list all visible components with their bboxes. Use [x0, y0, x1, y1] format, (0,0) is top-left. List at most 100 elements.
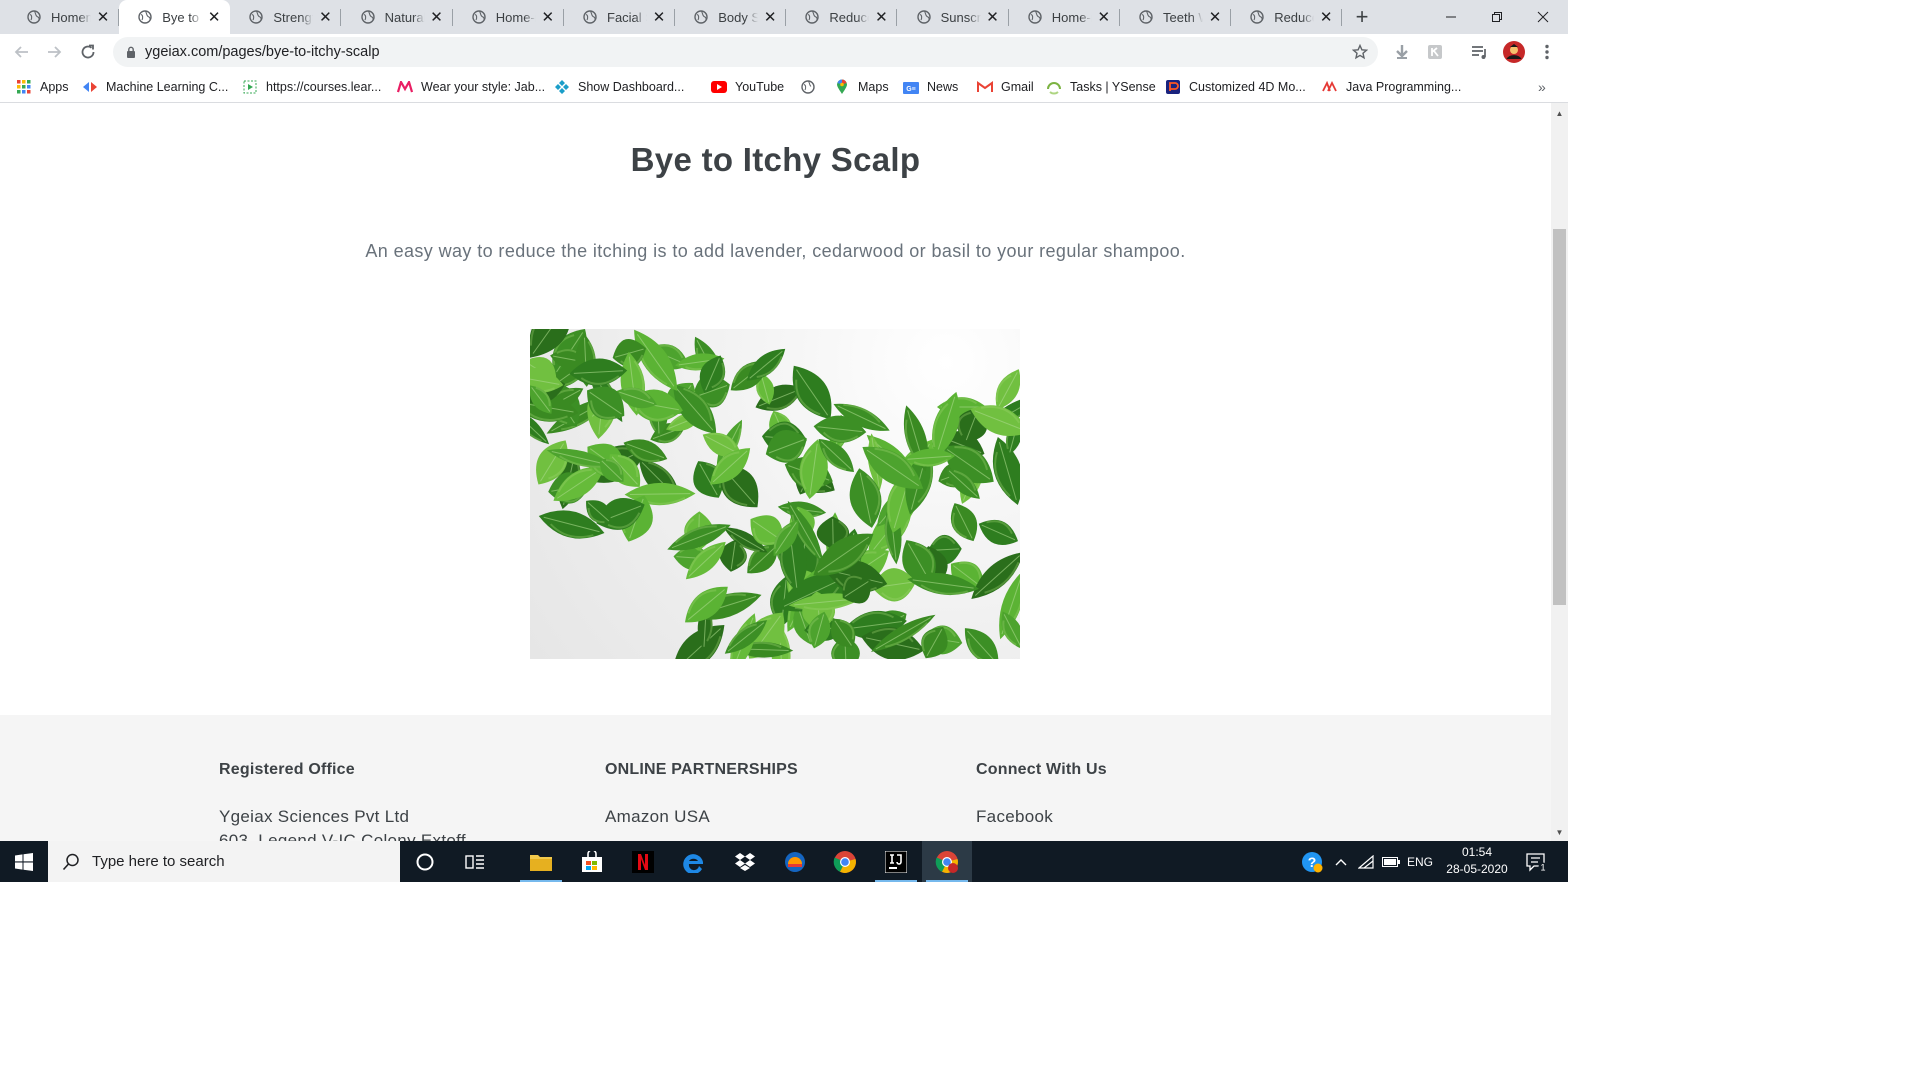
- url-text: ygeiax.com/pages/bye-to-itchy-scalp: [145, 44, 380, 60]
- tab-close-icon[interactable]: ✕: [651, 9, 667, 26]
- close-window-button[interactable]: [1520, 0, 1566, 34]
- footer-link-amazon-usa[interactable]: Amazon USA: [605, 807, 798, 827]
- bookmark-item[interactable]: YouTube: [711, 77, 784, 97]
- bookmark-label: Show Dashboard...: [578, 80, 685, 94]
- tab[interactable]: Home-made✕: [453, 0, 564, 34]
- tab-active[interactable]: Bye to Itchy Scalp✕: [119, 0, 231, 34]
- tab[interactable]: Reduce Dark✕: [1231, 0, 1343, 34]
- minimize-button[interactable]: [1428, 0, 1474, 34]
- bookmark-label: YouTube: [735, 80, 785, 94]
- cortana-button[interactable]: [400, 841, 450, 882]
- wifi-icon[interactable]: [1355, 841, 1377, 882]
- bookmark-item[interactable]: Customized 4D Mo...: [1165, 77, 1306, 97]
- extension-icon[interactable]: [1425, 42, 1445, 62]
- scroll-down-arrow-icon[interactable]: ▼: [1551, 824, 1568, 841]
- tab[interactable]: Sunscreen✕: [898, 0, 1009, 34]
- tab-close-icon[interactable]: ✕: [1096, 9, 1112, 26]
- tab[interactable]: Facial Scrub✕: [564, 0, 675, 34]
- language-indicator[interactable]: ENG: [1405, 841, 1435, 882]
- tab-close-icon[interactable]: ✕: [873, 9, 889, 26]
- address-bar[interactable]: ygeiax.com/pages/bye-to-itchy-scalp: [113, 37, 1378, 67]
- netflix-icon: [632, 850, 654, 873]
- reload-button[interactable]: [74, 38, 102, 66]
- game-app-icon: [785, 851, 805, 872]
- globe-icon: [249, 10, 264, 24]
- bookmark-item[interactable]: G≡ News: [903, 77, 958, 97]
- system-clock[interactable]: 01:54 28-05-2020: [1437, 844, 1517, 878]
- tab[interactable]: Home-made✕: [1009, 0, 1120, 34]
- clock-date: 28-05-2020: [1446, 862, 1508, 876]
- bookmark-item[interactable]: Gmail: [977, 77, 1034, 97]
- start-button[interactable]: [0, 841, 48, 882]
- footer-link-facebook[interactable]: Facebook: [976, 807, 1107, 827]
- tab[interactable]: Body Sugar✕: [675, 0, 787, 34]
- bookmark-item[interactable]: Java Programming...: [1322, 77, 1461, 97]
- store-button[interactable]: [567, 841, 617, 882]
- courses-icon: [242, 79, 258, 95]
- chrome-menu-icon[interactable]: [1537, 42, 1557, 62]
- new-tab-button[interactable]: +: [1349, 4, 1375, 30]
- bookmark-item[interactable]: https://courses.lear...: [242, 77, 381, 97]
- file-explorer-button[interactable]: [516, 841, 566, 882]
- scroll-up-arrow-icon[interactable]: ▲: [1551, 105, 1568, 122]
- bookmark-label: Maps: [858, 80, 889, 94]
- bookmark-label: Machine Learning C...: [106, 80, 229, 94]
- battery-icon[interactable]: [1380, 841, 1402, 882]
- tab[interactable]: Reduce Stress✕: [786, 0, 898, 34]
- windows-taskbar: Type here to search ? ENG 01:54 28-05-20…: [0, 841, 1568, 882]
- bookmark-item[interactable]: Maps: [834, 77, 889, 97]
- bookmark-item[interactable]: [800, 77, 824, 97]
- bookmark-item[interactable]: Machine Learning C...: [82, 77, 228, 97]
- intellij-button[interactable]: [871, 841, 921, 882]
- globe-icon: [916, 10, 931, 24]
- bookmark-star-icon[interactable]: [1351, 43, 1369, 65]
- lock-icon[interactable]: [123, 44, 139, 60]
- tab-close-icon[interactable]: ✕: [95, 9, 111, 26]
- tab-title: Home-made: [495, 9, 536, 25]
- dropbox-button[interactable]: [720, 841, 770, 882]
- chrome-button[interactable]: [820, 841, 870, 882]
- bookmark-item[interactable]: Show Dashboard...: [554, 77, 684, 97]
- svg-text:G≡: G≡: [906, 86, 916, 93]
- tab[interactable]: Strengthen✕: [230, 0, 342, 34]
- tab-close-icon[interactable]: ✕: [762, 9, 778, 26]
- tab[interactable]: Homemade✕: [8, 0, 119, 34]
- page-scrollbar[interactable]: ▲ ▼: [1551, 103, 1568, 841]
- show-hidden-icons-chevron-icon[interactable]: [1330, 841, 1352, 882]
- game-app-button[interactable]: [770, 841, 820, 882]
- globe-icon: [583, 10, 597, 24]
- scrollbar-thumb[interactable]: [1553, 229, 1566, 605]
- tab[interactable]: Natural Remedies✕: [342, 0, 453, 34]
- tab-close-icon[interactable]: ✕: [206, 9, 222, 26]
- bookmark-item[interactable]: Wear your style: Jab...: [397, 77, 545, 97]
- tab-title: Reduce Dark: [1274, 9, 1314, 25]
- action-center-button[interactable]: 1: [1522, 841, 1552, 882]
- back-button[interactable]: [8, 38, 36, 66]
- restore-button[interactable]: [1474, 0, 1520, 34]
- download-extension-icon[interactable]: [1392, 42, 1412, 62]
- task-view-button[interactable]: [450, 841, 500, 882]
- tab-close-icon[interactable]: ✕: [1318, 9, 1334, 26]
- netflix-button[interactable]: [618, 841, 668, 882]
- profile-avatar[interactable]: [1502, 40, 1526, 64]
- tab[interactable]: Teeth Whitening✕: [1120, 0, 1231, 34]
- bookmark-item[interactable]: Apps: [16, 77, 69, 97]
- taskbar-search[interactable]: Type here to search: [48, 841, 400, 882]
- bookmark-item[interactable]: Tasks | YSense: [1046, 77, 1156, 97]
- media-queue-icon[interactable]: [1470, 42, 1490, 62]
- tab-close-icon[interactable]: ✕: [540, 9, 556, 26]
- store-bag-icon: [582, 850, 602, 872]
- tab-close-icon[interactable]: ✕: [317, 9, 333, 26]
- tab-close-icon[interactable]: ✕: [1207, 9, 1223, 26]
- chrome-active-window-button[interactable]: [922, 841, 972, 882]
- more-bookmarks-chevron-icon[interactable]: »: [1538, 77, 1546, 97]
- bookmark-label: Gmail: [1001, 80, 1034, 94]
- tab-close-icon[interactable]: ✕: [429, 9, 445, 26]
- edge-button[interactable]: [669, 841, 719, 882]
- globe-icon: [1250, 10, 1264, 24]
- tab-close-icon[interactable]: ✕: [985, 9, 1001, 26]
- footer-address: 603, Legend V-IC Colony Extoff: [219, 831, 466, 841]
- forward-button[interactable]: [40, 38, 68, 66]
- myntra-icon: [397, 79, 413, 95]
- help-tray-icon[interactable]: ?: [1298, 841, 1326, 882]
